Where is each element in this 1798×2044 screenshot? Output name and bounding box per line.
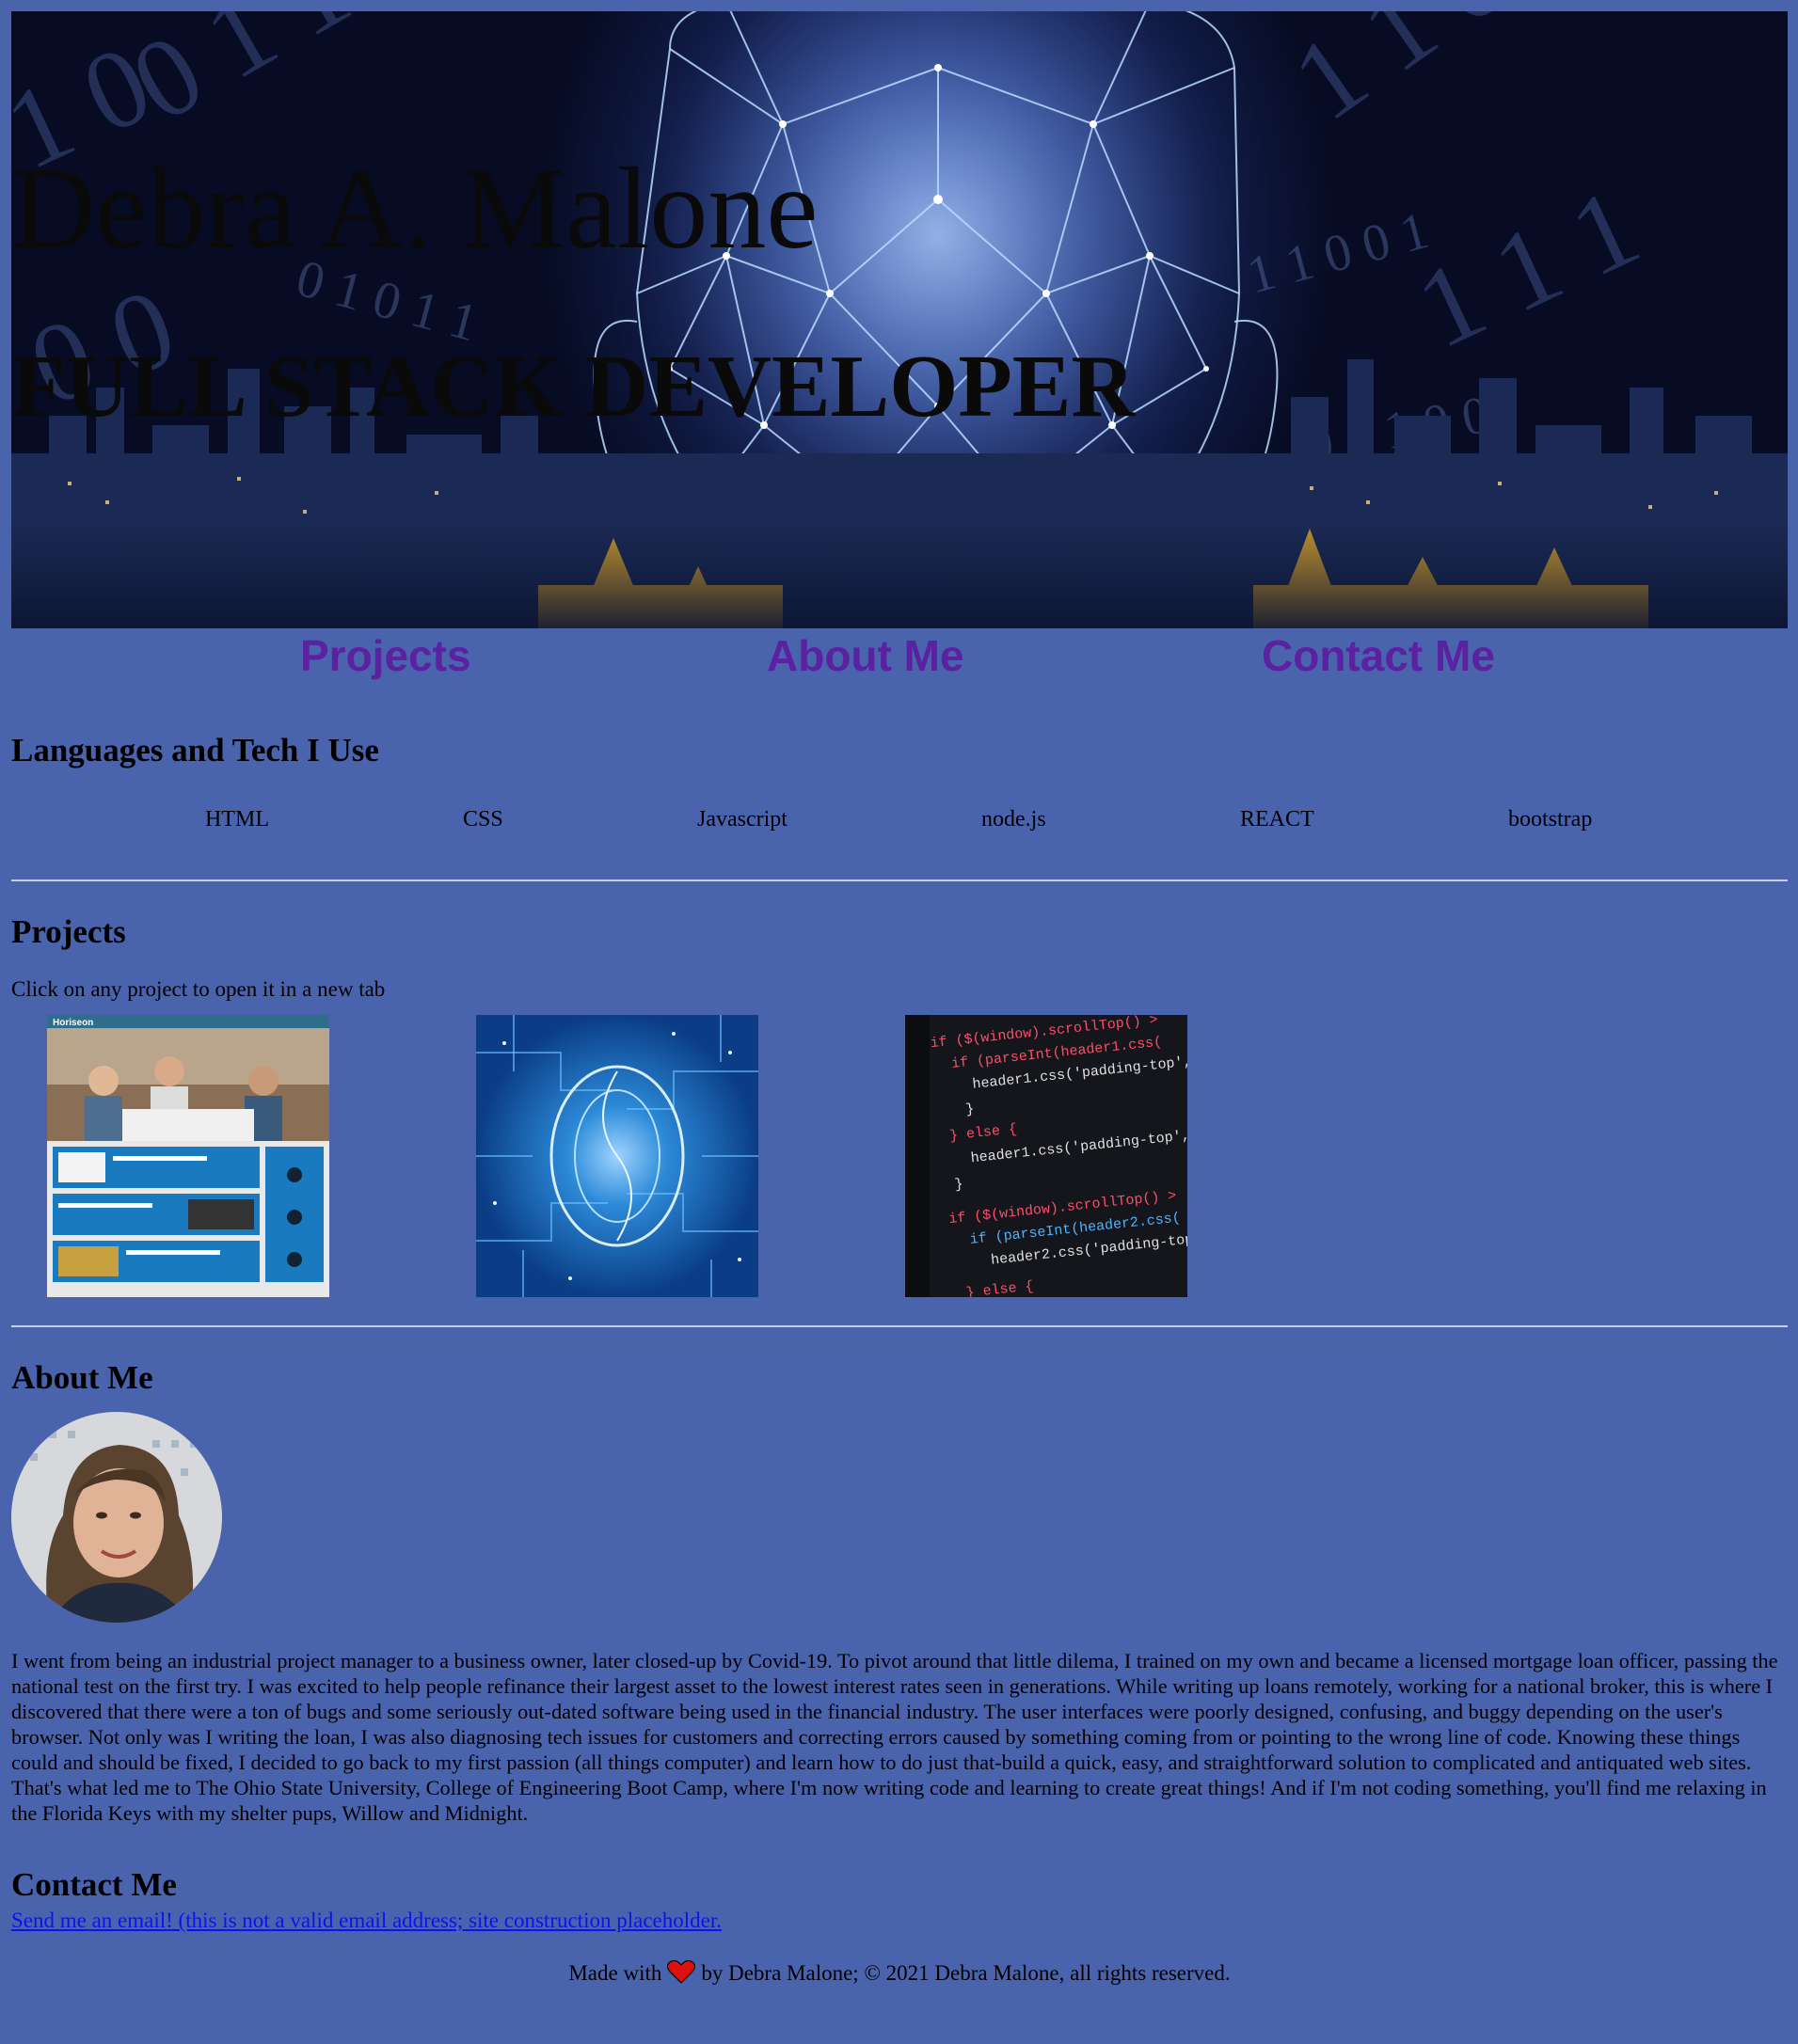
projects-heading: Projects xyxy=(11,913,126,950)
tech-item-javascript: Javascript xyxy=(697,807,788,832)
section-divider xyxy=(11,1325,1788,1327)
hero-name: Debra A. Malone xyxy=(11,144,819,273)
project-card-3[interactable]: if ($(window).scrollTop() > if (parseInt… xyxy=(905,1015,1187,1297)
svg-text:}: } xyxy=(954,1176,964,1193)
nav-link-about[interactable]: About Me xyxy=(767,630,964,681)
svg-text:1 1 0 0 1: 1 1 0 0 1 xyxy=(1241,201,1434,306)
about-bio: I went from being an industrial project … xyxy=(11,1649,1778,1825)
profile-photo-icon xyxy=(11,1412,222,1623)
heart-icon xyxy=(667,1959,696,1989)
email-link[interactable]: Send me an email! (this is not a valid e… xyxy=(11,1909,722,1933)
digital-head-city-icon: 1 0 0 1 1 0 0 1 1 0 0 1 1 1 0 1 0 1 0 1 … xyxy=(11,11,1788,628)
nav-link-contact[interactable]: Contact Me xyxy=(1262,630,1495,681)
project-card-2[interactable] xyxy=(476,1015,758,1297)
hero-title: FULL STACK DEVELOPER xyxy=(11,338,1136,436)
tech-heading: Languages and Tech I Use xyxy=(11,732,379,768)
section-divider xyxy=(11,879,1788,881)
footer: Made with by Debra Malone; © 2021 Debra M… xyxy=(11,1959,1788,1989)
horiseon-site-screenshot-icon: Horiseon xyxy=(47,1015,329,1297)
svg-text:1 1 1: 1 1 1 xyxy=(1399,164,1657,372)
hero-banner: 1 0 0 1 1 0 0 1 1 0 0 1 1 1 0 1 0 1 0 1 … xyxy=(11,11,1788,628)
svg-text:}: } xyxy=(965,1101,976,1118)
footer-made-with: Made with xyxy=(568,1961,662,1985)
contact-heading: Contact Me xyxy=(11,1866,177,1903)
svg-text:Horiseon: Horiseon xyxy=(53,1018,93,1028)
about-heading: About Me xyxy=(11,1359,153,1396)
tech-item-nodejs: node.js xyxy=(981,807,1046,832)
main-nav: Projects About Me Contact Me xyxy=(11,628,1788,685)
tech-item-css: CSS xyxy=(463,807,503,832)
page: 1 0 0 1 1 0 0 1 1 0 0 1 1 1 0 1 0 1 0 1 … xyxy=(11,11,1788,685)
tech-item-html: HTML xyxy=(205,807,269,832)
tech-item-react: REACT xyxy=(1240,807,1314,832)
code-screen-icon: if ($(window).scrollTop() > if (parseInt… xyxy=(905,1015,1187,1297)
tech-item-bootstrap: bootstrap xyxy=(1508,807,1593,832)
svg-text:1 1 0 0: 1 1 0 0 xyxy=(1271,11,1598,144)
footer-credit: by Debra Malone; © 2021 Debra Malone, al… xyxy=(701,1961,1231,1985)
nav-link-projects[interactable]: Projects xyxy=(300,630,471,681)
circuit-brain-icon xyxy=(476,1015,758,1297)
project-card-1[interactable]: Horiseon xyxy=(47,1015,329,1297)
projects-instruction: Click on any project to open it in a new… xyxy=(11,977,386,1001)
